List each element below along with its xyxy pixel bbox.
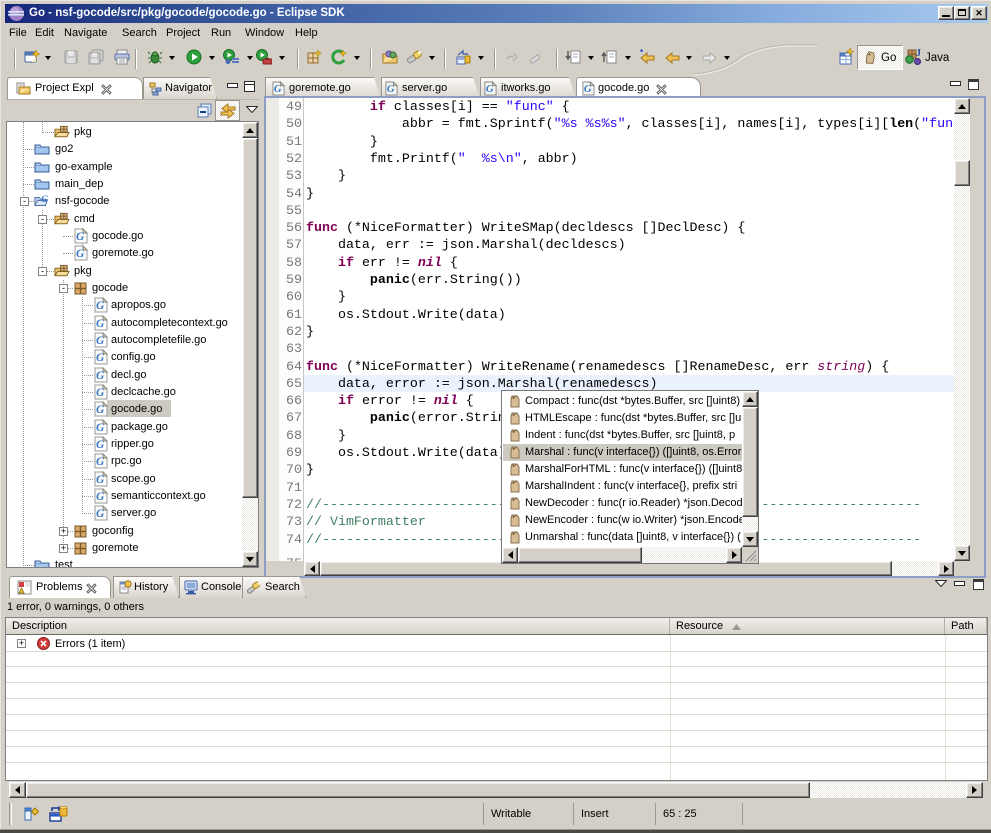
svg-text:G: G <box>96 491 105 503</box>
svg-text:G: G <box>387 83 395 95</box>
svg-text:G: G <box>96 422 105 434</box>
svg-text:G: G <box>96 300 105 312</box>
svg-text:G: G <box>584 83 592 95</box>
svg-text:G: G <box>96 335 105 347</box>
svg-text:G: G <box>76 248 85 260</box>
svg-text:G: G <box>96 370 105 382</box>
svg-text:G: G <box>274 83 282 95</box>
svg-text:G: G <box>486 83 494 95</box>
svg-text:G: G <box>96 474 105 486</box>
svg-text:G: G <box>96 404 105 416</box>
svg-text:G: G <box>76 231 85 243</box>
svg-text:G: G <box>96 456 105 468</box>
svg-text:G: G <box>96 387 105 399</box>
svg-text:G: G <box>96 508 105 520</box>
svg-text:J: J <box>916 48 921 59</box>
svg-text:G: G <box>41 194 48 205</box>
svg-text:G: G <box>96 318 105 330</box>
svg-text:G: G <box>96 352 105 364</box>
svg-text:G: G <box>96 439 105 451</box>
